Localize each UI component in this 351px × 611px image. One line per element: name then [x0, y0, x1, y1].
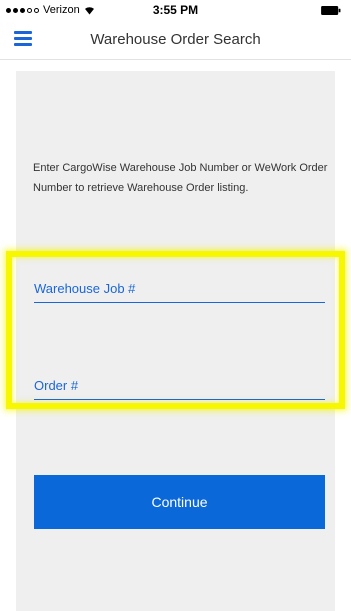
warehouse-job-placeholder: Warehouse Job #	[34, 281, 136, 296]
status-bar: Verizon 3:55 PM	[0, 0, 351, 22]
continue-button[interactable]: Continue	[34, 475, 325, 529]
page-title: Warehouse Order Search	[90, 31, 261, 48]
order-number-field[interactable]: Order #	[34, 376, 325, 400]
order-number-placeholder: Order #	[34, 378, 79, 393]
battery-icon	[321, 6, 341, 15]
status-time: 3:55 PM	[152, 3, 199, 17]
instructions-text: Enter CargoWise Warehouse Job Number or …	[33, 162, 328, 194]
app-screen: Verizon 3:55 PM Warehouse Order Search E…	[0, 0, 351, 611]
warehouse-job-field[interactable]: Warehouse Job #	[34, 279, 325, 303]
nav-bar: Warehouse Order Search	[0, 22, 351, 60]
search-form-panel: Enter CargoWise Warehouse Job Number or …	[6, 71, 345, 611]
